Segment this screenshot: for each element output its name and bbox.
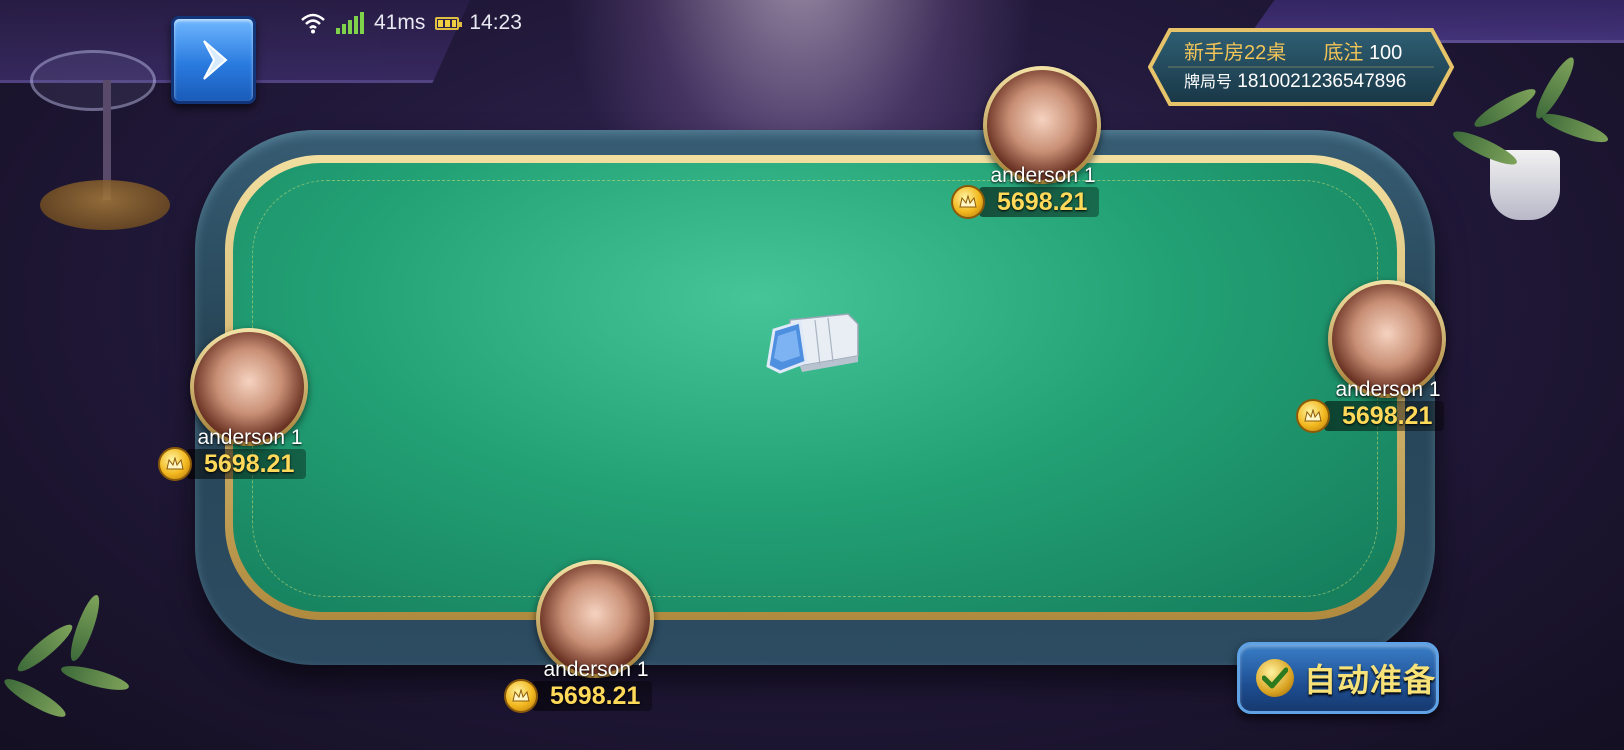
game-id-line: 牌局号 1810021236547896 <box>1184 68 1406 93</box>
balance-amount: 5698.21 <box>979 187 1100 217</box>
player-seat-left[interactable]: anderson 1 5698.21 <box>158 328 322 488</box>
coin-icon <box>158 447 192 481</box>
player-name: anderson 1 <box>543 658 649 681</box>
coin-icon <box>951 185 985 219</box>
player-name: anderson 1 <box>197 426 303 449</box>
room-name: 新手房22桌 <box>1184 42 1287 64</box>
card-deck-icon <box>766 313 859 374</box>
balance-amount: 5698.21 <box>1324 401 1445 431</box>
auto-ready-button[interactable]: 自动准备 <box>1237 642 1439 714</box>
room-title: 新手房22桌 底注 100 <box>1184 36 1402 65</box>
bet-value: 100 <box>1368 42 1403 64</box>
player-seat-bottom[interactable]: anderson 1 5698.21 <box>504 560 668 720</box>
wifi-icon <box>301 13 325 34</box>
balance-amount: 5698.21 <box>186 449 307 479</box>
glass-table-decor <box>30 50 156 111</box>
bet-label: 底注 <box>1323 42 1364 64</box>
expand-menu-button[interactable] <box>171 16 256 104</box>
check-icon <box>1256 659 1294 697</box>
player-name: anderson 1 <box>990 164 1096 187</box>
game-id-label: 牌局号 <box>1184 74 1233 91</box>
battery-icon <box>435 16 463 30</box>
player-seat-top[interactable]: anderson 1 5698.21 <box>951 66 1115 226</box>
coin-icon <box>504 679 538 713</box>
player-name: anderson 1 <box>1335 378 1441 401</box>
poker-table-stitching <box>252 180 1378 597</box>
player-seat-right[interactable]: anderson 1 5698.21 <box>1296 280 1460 440</box>
game-id-value: 1810021236547896 <box>1237 71 1407 92</box>
player-balance: 5698.21 <box>951 185 1100 219</box>
chevron-right-icon <box>202 40 228 80</box>
clock-time: 14:23 <box>469 11 522 34</box>
balance-amount: 5698.21 <box>532 681 653 711</box>
stool-decor <box>40 180 170 230</box>
latency-text: 41ms <box>374 11 426 34</box>
signal-bars-icon <box>336 12 364 34</box>
player-balance: 5698.21 <box>158 447 307 481</box>
status-bar: 41ms 14:23 <box>300 8 522 38</box>
player-balance: 5698.21 <box>504 679 653 713</box>
room-info-panel: 新手房22桌 底注 100 牌局号 1810021236547896 <box>1148 28 1454 106</box>
coin-icon <box>1296 399 1330 433</box>
auto-ready-label: 自动准备 <box>1304 662 1437 698</box>
player-balance: 5698.21 <box>1296 399 1445 433</box>
